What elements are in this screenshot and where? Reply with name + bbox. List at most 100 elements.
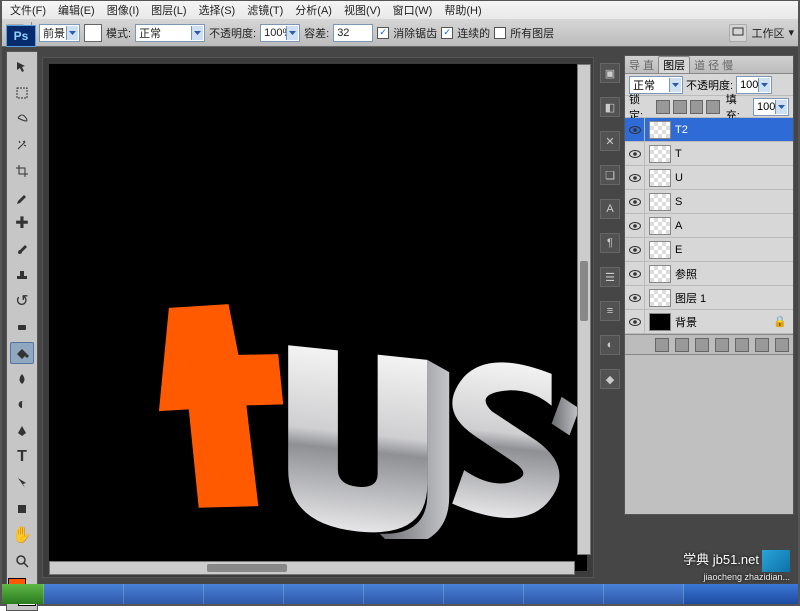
brushes-icon[interactable]: ◐	[600, 335, 620, 355]
taskbar-item[interactable]	[364, 584, 444, 604]
layers-panel-footer	[625, 334, 793, 354]
adjustment-layer-button[interactable]	[715, 338, 729, 352]
screen-mode-button[interactable]	[729, 24, 747, 42]
eyedropper-tool[interactable]	[10, 186, 34, 208]
layer-row[interactable]: T2	[625, 118, 793, 142]
brush-tool[interactable]	[10, 238, 34, 260]
menu-select[interactable]: 选择(S)	[193, 2, 242, 18]
navigator-icon[interactable]: ▣	[600, 63, 620, 83]
taskbar-item[interactable]	[44, 584, 124, 604]
shape-tool[interactable]	[10, 498, 34, 520]
visibility-toggle[interactable]	[625, 118, 645, 142]
menu-image[interactable]: 图像(I)	[101, 2, 145, 18]
horizontal-scrollbar[interactable]	[49, 561, 575, 575]
lock-position-button[interactable]	[690, 100, 704, 114]
hand-tool[interactable]: ✋	[10, 524, 34, 546]
link-layers-button[interactable]	[655, 338, 669, 352]
all-layers-checkbox[interactable]	[494, 27, 506, 39]
taskbar-item[interactable]	[204, 584, 284, 604]
tab-channels[interactable]: 导 直	[625, 57, 658, 73]
marquee-tool[interactable]	[10, 82, 34, 104]
stamp-tool[interactable]	[10, 264, 34, 286]
history-icon[interactable]: ☰	[600, 267, 620, 287]
delete-layer-button[interactable]	[775, 338, 789, 352]
menu-file[interactable]: 文件(F)	[4, 2, 52, 18]
visibility-toggle[interactable]	[625, 238, 645, 262]
tab-paths[interactable]: 道 径 慢	[690, 57, 737, 73]
layer-row[interactable]: 背景🔒	[625, 310, 793, 334]
menu-analysis[interactable]: 分析(A)	[289, 2, 338, 18]
vertical-scrollbar[interactable]	[577, 64, 591, 555]
blur-tool[interactable]	[10, 368, 34, 390]
opacity-input[interactable]: 100%	[260, 24, 300, 42]
workspace-label[interactable]: 工作区	[751, 25, 784, 41]
actions-icon[interactable]: ≡	[600, 301, 620, 321]
tolerance-label: 容差:	[304, 25, 329, 41]
lock-all-button[interactable]	[706, 100, 720, 114]
fill-opacity-input[interactable]: 100%	[753, 98, 789, 116]
taskbar-item[interactable]	[444, 584, 524, 604]
group-button[interactable]	[735, 338, 749, 352]
taskbar-item[interactable]	[524, 584, 604, 604]
patch-tool[interactable]: ✚	[10, 212, 34, 234]
eraser-tool[interactable]	[10, 316, 34, 338]
bucket-tool[interactable]	[10, 342, 34, 364]
menu-view[interactable]: 视图(V)	[338, 2, 387, 18]
layer-opacity-input[interactable]: 100%	[736, 76, 772, 94]
visibility-toggle[interactable]	[625, 310, 645, 334]
menu-window[interactable]: 窗口(W)	[387, 2, 439, 18]
layer-row[interactable]: 图层 1	[625, 286, 793, 310]
fill-source-combo[interactable]: 前景	[39, 24, 80, 42]
type-tool[interactable]: T	[10, 446, 34, 468]
canvas[interactable]	[49, 64, 587, 571]
taskbar-item[interactable]	[284, 584, 364, 604]
type-panel-icon[interactable]: A	[600, 199, 620, 219]
info-icon[interactable]: ◆	[600, 369, 620, 389]
move-tool[interactable]	[10, 56, 34, 78]
visibility-toggle[interactable]	[625, 262, 645, 286]
layer-fx-button[interactable]	[675, 338, 689, 352]
paragraph-icon[interactable]: ¶	[600, 233, 620, 253]
visibility-toggle[interactable]	[625, 286, 645, 310]
zoom-tool[interactable]	[10, 550, 34, 572]
layer-row[interactable]: U	[625, 166, 793, 190]
tolerance-input[interactable]: 32	[333, 24, 373, 42]
path-select-tool[interactable]	[10, 472, 34, 494]
layer-row[interactable]: T	[625, 142, 793, 166]
pattern-swatch[interactable]	[84, 24, 102, 42]
swatches-icon[interactable]: ✕	[600, 131, 620, 151]
visibility-toggle[interactable]	[625, 142, 645, 166]
menu-edit[interactable]: 编辑(E)	[52, 2, 101, 18]
color-icon[interactable]: ◧	[600, 97, 620, 117]
new-layer-button[interactable]	[755, 338, 769, 352]
contiguous-checkbox[interactable]: ✓	[441, 27, 453, 39]
dodge-tool[interactable]: ◐	[10, 394, 34, 416]
visibility-toggle[interactable]	[625, 214, 645, 238]
chevron-down-icon	[286, 26, 298, 40]
menu-filter[interactable]: 滤镜(T)	[241, 2, 289, 18]
start-button[interactable]	[2, 584, 44, 604]
layer-row[interactable]: A	[625, 214, 793, 238]
lock-transparency-button[interactable]	[656, 100, 670, 114]
menu-layer[interactable]: 图层(L)	[145, 2, 192, 18]
visibility-toggle[interactable]	[625, 190, 645, 214]
wand-tool[interactable]	[10, 134, 34, 156]
layer-row[interactable]: S	[625, 190, 793, 214]
menu-help[interactable]: 帮助(H)	[438, 2, 487, 18]
antialias-checkbox[interactable]: ✓	[377, 27, 389, 39]
layer-mask-button[interactable]	[695, 338, 709, 352]
tab-layers[interactable]: 图层	[658, 56, 690, 73]
layer-row[interactable]: E	[625, 238, 793, 262]
visibility-toggle[interactable]	[625, 166, 645, 190]
taskbar-item[interactable]	[124, 584, 204, 604]
styles-icon[interactable]: ❏	[600, 165, 620, 185]
history-brush-tool[interactable]: ↺	[10, 290, 34, 312]
lock-pixels-button[interactable]	[673, 100, 687, 114]
layer-blend-combo[interactable]: 正常	[629, 76, 683, 94]
layer-row[interactable]: 参照	[625, 262, 793, 286]
blend-mode-combo[interactable]: 正常	[135, 24, 205, 42]
pen-tool[interactable]	[10, 420, 34, 442]
crop-tool[interactable]	[10, 160, 34, 182]
taskbar-item[interactable]	[604, 584, 684, 604]
lasso-tool[interactable]	[10, 108, 34, 130]
